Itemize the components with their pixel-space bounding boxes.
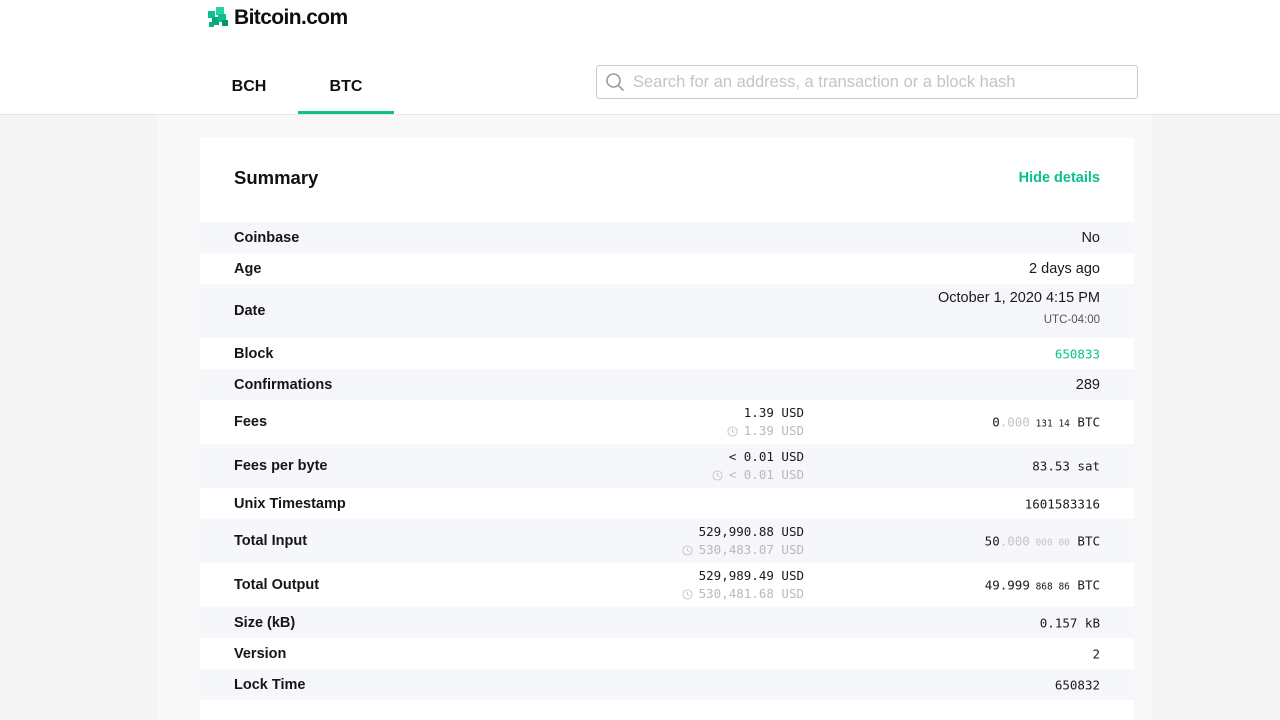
row-label: Age — [234, 260, 262, 277]
row-date: Date October 1, 2020 4:15 PM UTC-04:00 — [200, 284, 1134, 338]
row-label: Confirmations — [234, 376, 333, 393]
row-version: Version 2 — [200, 638, 1134, 669]
tab-btc[interactable]: BTC — [298, 60, 394, 114]
row-block: Block 650833 — [200, 338, 1134, 369]
hide-details-link[interactable]: Hide details — [1019, 170, 1100, 186]
usd-historic: 530,483.07 USD — [682, 541, 804, 559]
bitcoin-com-logo[interactable]: Bitcoin.com — [208, 6, 348, 30]
clock-icon — [682, 544, 693, 556]
fees-usd: 1.39 USD 1.39 USD — [727, 404, 804, 440]
row-label: Unix Timestamp — [234, 495, 346, 512]
block-link[interactable]: 650833 — [1055, 346, 1100, 361]
row-total-input: Total Input 529,990.88 USD 530,483.07 US… — [200, 519, 1134, 563]
summary-card: Summary Hide details Coinbase No Age 2 d… — [200, 137, 1134, 720]
size-value: 0.157 kB — [1039, 615, 1100, 630]
tab-bch-label: BCH — [231, 78, 267, 95]
date-timezone: UTC-04:00 — [1043, 314, 1100, 326]
tab-bch[interactable]: BCH — [204, 60, 294, 114]
tab-btc-label: BTC — [329, 78, 363, 95]
total-input-btc: 50.000 000 00 BTC — [984, 533, 1100, 549]
summary-rows: Coinbase No Age 2 days ago Date October … — [200, 222, 1134, 700]
date-main: October 1, 2020 4:15 PM — [937, 290, 1100, 306]
confirmations-value: 289 — [1075, 376, 1100, 393]
logo-text: Bitcoin.com — [234, 6, 348, 29]
total-output-usd: 529,989.49 USD 530,481.68 USD — [682, 567, 804, 603]
usd-historic: < 0.01 USD — [712, 466, 804, 484]
row-unix-timestamp: Unix Timestamp 1601583316 — [200, 488, 1134, 519]
fees-per-byte-value: 83.53 sat — [1032, 458, 1100, 474]
row-age: Age 2 days ago — [200, 253, 1134, 284]
row-label: Block — [234, 345, 274, 362]
version-value: 2 — [1092, 646, 1100, 661]
clock-icon — [682, 588, 693, 600]
usd-historic: 530,481.68 USD — [682, 585, 804, 603]
row-label: Total Input — [234, 533, 308, 549]
row-coinbase: Coinbase No — [200, 222, 1134, 253]
row-label: Coinbase — [234, 229, 300, 246]
row-total-output: Total Output 529,989.49 USD 530,481.68 U… — [200, 563, 1134, 607]
site-header: Bitcoin.com BCH BTC — [0, 0, 1280, 115]
usd-now: 529,989.49 USD — [698, 568, 804, 583]
usd-now: 529,990.88 USD — [698, 524, 804, 539]
search-icon — [606, 73, 624, 91]
total-input-usd: 529,990.88 USD 530,483.07 USD — [682, 523, 804, 559]
row-label: Fees per byte — [234, 458, 328, 474]
search-input[interactable] — [631, 66, 1137, 98]
row-fees: Fees 1.39 USD 1.39 USD 0.000 131 14 BTC — [200, 400, 1134, 444]
row-label: Fees — [234, 414, 268, 430]
row-label: Lock Time — [234, 676, 306, 693]
clock-icon — [712, 469, 723, 481]
lock-time-value: 650832 — [1054, 677, 1100, 692]
date-value: October 1, 2020 4:15 PM UTC-04:00 — [938, 290, 1100, 326]
age-value: 2 days ago — [1029, 260, 1100, 277]
logo-mark-icon — [208, 7, 228, 27]
row-label: Version — [234, 645, 287, 662]
row-label: Date — [234, 303, 266, 319]
coinbase-value: No — [1081, 229, 1100, 246]
fees-per-byte-usd: < 0.01 USD < 0.01 USD — [712, 448, 804, 484]
row-label: Total Output — [234, 577, 320, 593]
fees-btc: 0.000 131 14 BTC — [992, 414, 1100, 430]
summary-title: Summary — [234, 167, 319, 188]
search-box[interactable] — [596, 65, 1138, 99]
row-confirmations: Confirmations 289 — [200, 369, 1134, 400]
clock-icon — [727, 425, 738, 437]
row-fees-per-byte: Fees per byte < 0.01 USD < 0.01 USD 83.5… — [200, 444, 1134, 488]
row-lock-time: Lock Time 650832 — [200, 669, 1134, 700]
total-output-btc: 49.999 868 86 BTC — [984, 577, 1100, 593]
row-size: Size (kB) 0.157 kB — [200, 607, 1134, 638]
usd-now: < 0.01 USD — [728, 449, 804, 464]
unix-timestamp-value: 1601583316 — [1024, 496, 1100, 511]
row-label: Size (kB) — [234, 614, 296, 631]
usd-historic: 1.39 USD — [727, 422, 804, 440]
usd-now: 1.39 USD — [743, 405, 804, 420]
